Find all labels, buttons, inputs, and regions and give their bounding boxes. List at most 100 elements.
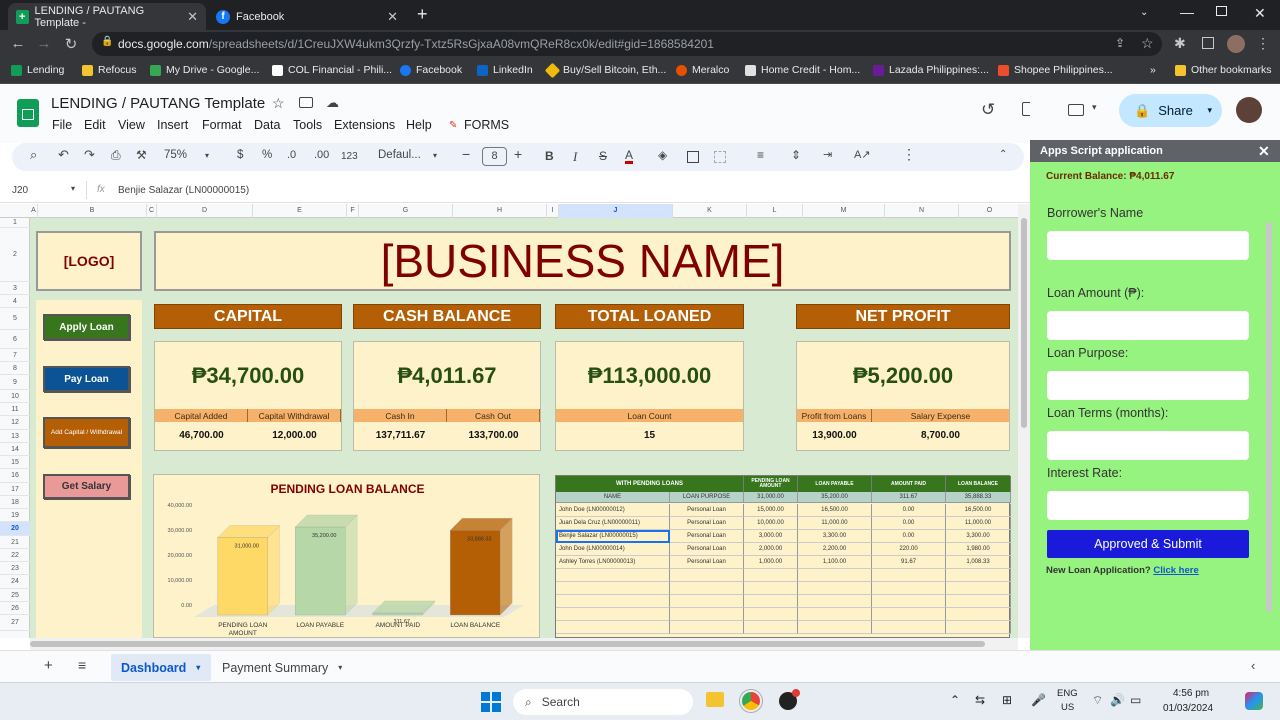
apply-loan-button[interactable]: Apply Loan bbox=[43, 314, 130, 340]
language-bottom[interactable]: US bbox=[1061, 702, 1074, 713]
table-cell[interactable]: 0.00 bbox=[872, 530, 946, 543]
h-scroll-thumb[interactable] bbox=[30, 641, 985, 647]
table-cell[interactable]: 3,300.00 bbox=[946, 530, 1011, 543]
table-cell[interactable]: 2,000.00 bbox=[744, 543, 798, 556]
number-format-button[interactable]: 123 bbox=[341, 151, 358, 162]
strikethrough-button[interactable]: S bbox=[599, 149, 607, 163]
row-header[interactable]: 12 bbox=[0, 416, 30, 430]
row-header[interactable]: 9 bbox=[0, 375, 30, 390]
share-dropdown-icon[interactable]: ▾ bbox=[1207, 105, 1212, 116]
row-header[interactable]: 13 bbox=[0, 430, 30, 443]
table-empty-cell[interactable] bbox=[946, 582, 1011, 595]
table-cell[interactable]: 11,000.00 bbox=[946, 517, 1011, 530]
table-empty-cell[interactable] bbox=[798, 582, 872, 595]
column-header[interactable]: D bbox=[157, 204, 253, 218]
text-wrap-icon[interactable]: ⇥ bbox=[823, 148, 832, 161]
clock-date[interactable]: 01/03/2024 bbox=[1163, 703, 1213, 714]
print-icon[interactable]: ⎙ bbox=[111, 148, 121, 163]
profile-avatar[interactable] bbox=[1227, 35, 1245, 53]
table-empty-cell[interactable] bbox=[946, 595, 1011, 608]
history-icon[interactable]: ↺ bbox=[981, 100, 995, 120]
more-options-icon[interactable]: ⋮ bbox=[902, 146, 916, 163]
move-folder-icon[interactable] bbox=[299, 97, 313, 108]
menu-file[interactable]: File bbox=[52, 118, 72, 132]
column-header[interactable]: F bbox=[347, 204, 359, 218]
row-header[interactable]: 14 bbox=[0, 443, 30, 456]
row-header[interactable]: 16 bbox=[0, 469, 30, 483]
tab-lending[interactable]: + LENDING / PAUTANG Template - ✕ bbox=[8, 3, 206, 30]
close-panel-icon[interactable]: ✕ bbox=[1258, 143, 1270, 160]
table-cell[interactable]: John Doe (LN00000012) bbox=[556, 504, 670, 517]
undo-icon[interactable]: ↶ bbox=[58, 147, 69, 163]
table-empty-cell[interactable] bbox=[744, 595, 798, 608]
minimize-icon[interactable]: — bbox=[1180, 4, 1194, 20]
add-sheet-icon[interactable]: + bbox=[44, 657, 53, 674]
column-header[interactable]: L bbox=[747, 204, 803, 218]
tray-chevron-icon[interactable]: ⌃ bbox=[950, 693, 960, 707]
table-empty-cell[interactable] bbox=[946, 569, 1011, 582]
bookmark-shopee[interactable]: Shopee Philippines... bbox=[998, 64, 1113, 76]
formula-input[interactable]: Benjie Salazar (LN00000015) bbox=[118, 185, 249, 196]
menu-data[interactable]: Data bbox=[254, 118, 280, 132]
url-field[interactable]: 🔒 docs.google.com/spreadsheets/d/1CreuJX… bbox=[92, 32, 1162, 56]
table-cell[interactable]: Personal Loan bbox=[670, 543, 744, 556]
borrower-name-input[interactable] bbox=[1047, 231, 1249, 260]
table-empty-cell[interactable] bbox=[556, 582, 670, 595]
bookmark-linkedin[interactable]: LinkedIn bbox=[477, 64, 533, 76]
get-salary-button[interactable]: Get Salary bbox=[43, 474, 130, 499]
windows-start-icon[interactable] bbox=[481, 692, 501, 712]
tab-dropdown-icon[interactable]: ▾ bbox=[338, 663, 342, 672]
row-header[interactable]: 10 bbox=[0, 390, 30, 403]
text-rotation-icon[interactable]: A↗ bbox=[854, 148, 871, 161]
table-cell[interactable]: 15,000.00 bbox=[744, 504, 798, 517]
side-panel-icon[interactable] bbox=[1202, 37, 1214, 49]
bookmarks-overflow[interactable]: » bbox=[1150, 64, 1156, 76]
close-window-icon[interactable]: ✕ bbox=[1254, 5, 1266, 22]
row-header[interactable]: 22 bbox=[0, 549, 30, 562]
bookmark-meralco[interactable]: Meralco bbox=[676, 64, 729, 76]
fill-color-icon[interactable]: ◈ bbox=[658, 148, 667, 162]
menu-format[interactable]: Format bbox=[202, 118, 242, 132]
row-header[interactable]: 5 bbox=[0, 308, 30, 330]
table-cell[interactable]: Personal Loan bbox=[670, 530, 744, 543]
table-cell[interactable]: 11,000.00 bbox=[798, 517, 872, 530]
name-box[interactable]: J20 bbox=[12, 185, 28, 196]
table-cell[interactable]: 91.67 bbox=[872, 556, 946, 569]
panel-scrollbar[interactable] bbox=[1266, 222, 1272, 612]
row-header[interactable]: 7 bbox=[0, 349, 30, 362]
column-header[interactable]: E bbox=[253, 204, 347, 218]
meet-dropdown-icon[interactable]: ▾ bbox=[1092, 102, 1097, 113]
tab-dashboard[interactable]: Dashboard ▾ bbox=[111, 654, 211, 681]
taskbar-search[interactable]: ⌕ Search bbox=[513, 689, 693, 715]
table-empty-cell[interactable] bbox=[872, 595, 946, 608]
row-header[interactable]: 11 bbox=[0, 403, 30, 416]
row-header[interactable]: 8 bbox=[0, 362, 30, 375]
text-color-button[interactable]: A bbox=[625, 149, 634, 164]
back-icon[interactable]: ← bbox=[5, 35, 31, 52]
table-empty-cell[interactable] bbox=[798, 569, 872, 582]
table-empty-cell[interactable] bbox=[872, 569, 946, 582]
tab-payment-summary[interactable]: Payment Summary ▾ bbox=[222, 654, 352, 681]
table-cell[interactable]: Personal Loan bbox=[670, 517, 744, 530]
close-tab-icon[interactable]: ✕ bbox=[187, 9, 198, 25]
bookmark-lending[interactable]: Lending bbox=[11, 64, 64, 76]
table-empty-cell[interactable] bbox=[670, 608, 744, 621]
search-icon[interactable]: ⌕ bbox=[30, 147, 37, 163]
percent-button[interactable]: % bbox=[262, 149, 272, 161]
menu-view[interactable]: View bbox=[118, 118, 145, 132]
font-size-input[interactable]: 8 bbox=[482, 147, 507, 166]
table-empty-cell[interactable] bbox=[798, 608, 872, 621]
table-empty-cell[interactable] bbox=[744, 582, 798, 595]
menu-tools[interactable]: Tools bbox=[293, 118, 322, 132]
bookmark-homecredit[interactable]: Home Credit - Hom... bbox=[745, 64, 860, 76]
table-empty-cell[interactable] bbox=[556, 621, 670, 634]
font-size-increase-icon[interactable]: + bbox=[514, 146, 522, 162]
maximize-icon[interactable] bbox=[1216, 6, 1227, 16]
row-header[interactable]: 17 bbox=[0, 483, 30, 496]
interest-rate-input[interactable] bbox=[1047, 491, 1249, 520]
table-empty-cell[interactable] bbox=[744, 621, 798, 634]
column-header[interactable]: I bbox=[547, 204, 559, 218]
table-empty-cell[interactable] bbox=[872, 582, 946, 595]
table-cell[interactable]: 1,100.00 bbox=[798, 556, 872, 569]
collapse-sidebar-icon[interactable]: ‹ bbox=[1251, 658, 1255, 673]
